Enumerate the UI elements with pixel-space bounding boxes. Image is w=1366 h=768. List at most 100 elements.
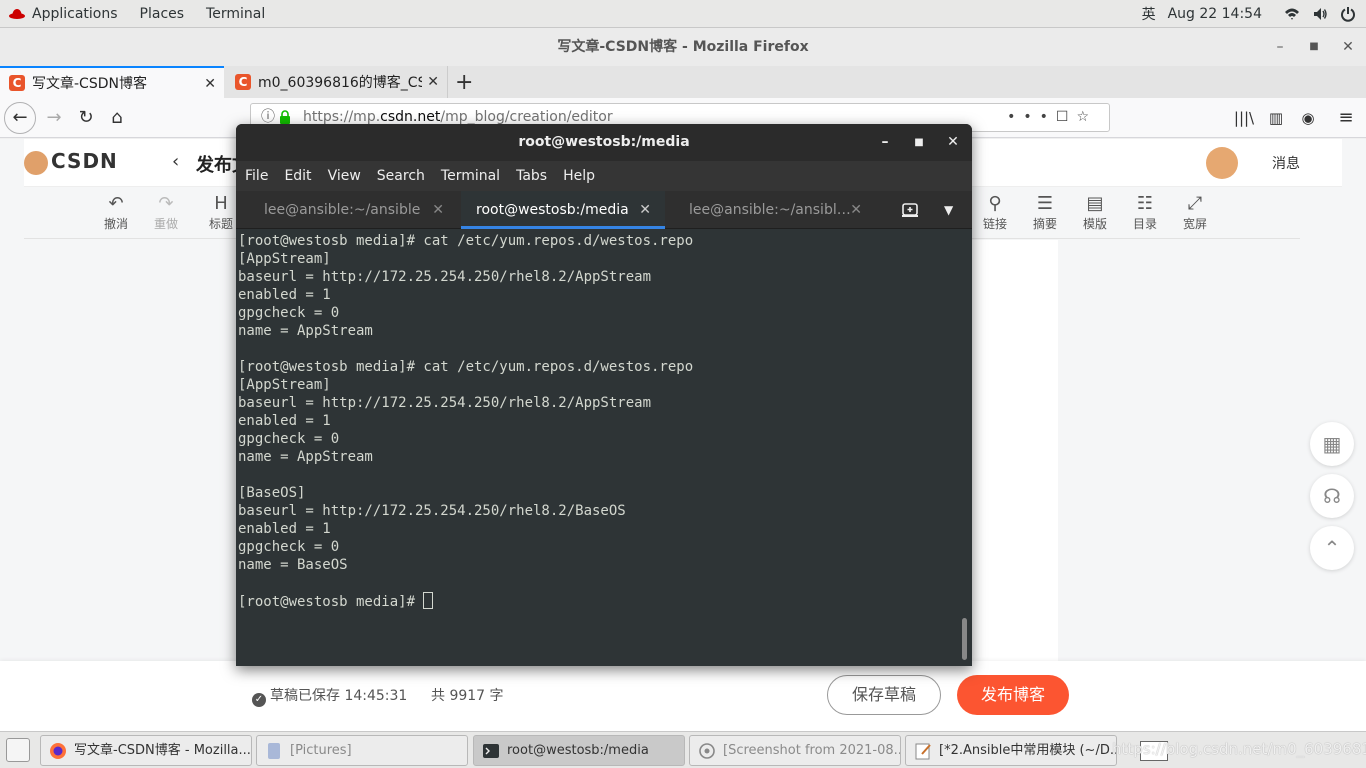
text-editor-icon <box>915 743 931 760</box>
editor-content-area[interactable] <box>970 240 1058 661</box>
show-desktop-icon[interactable] <box>6 738 30 762</box>
library-icon[interactable]: |||\ <box>1230 104 1258 132</box>
terminal-text: [root@westosb media]# cat /etc/yum.repos… <box>238 233 694 610</box>
widescreen-button[interactable]: ⤢ 宽屏 <box>1175 193 1215 232</box>
menu-view[interactable]: View <box>328 168 361 184</box>
menu-help[interactable]: Help <box>563 168 595 184</box>
file-manager-icon <box>268 743 280 759</box>
home-icon[interactable]: ⌂ <box>103 104 131 132</box>
menu-edit[interactable]: Edit <box>284 168 311 184</box>
terminal-tab-lee-ansible[interactable]: lee@ansible:~/ansible ✕ <box>236 191 458 229</box>
window-list-taskbar: 写文章-CSDN博客 - Mozilla... [Pictures] root@… <box>0 731 1366 768</box>
save-draft-button[interactable]: 保存草稿 <box>827 675 941 715</box>
redhat-icon <box>9 8 25 19</box>
terminal-output[interactable]: [root@westosb media]# cat /etc/yum.repos… <box>236 229 972 666</box>
heading-icon: H <box>214 193 228 214</box>
terminal-app-menu[interactable]: Terminal <box>206 6 265 22</box>
widescreen-icon: ⤢ <box>1187 193 1203 214</box>
redo-icon: ↷ <box>158 193 174 214</box>
window-title: 写文章-CSDN博客 - Mozilla Firefox <box>557 39 809 55</box>
sidebar-icon[interactable]: ▥ <box>1262 104 1290 132</box>
template-button[interactable]: ▤ 模版 <box>1075 193 1115 232</box>
back-arrow-icon[interactable]: ← <box>4 102 36 134</box>
undo-button[interactable]: ↶ 撤消 <box>96 193 136 232</box>
menu-tabs[interactable]: Tabs <box>516 168 547 184</box>
redo-button[interactable]: ↷ 重做 <box>146 193 186 232</box>
link-icon: ⚲ <box>988 193 1002 214</box>
task-pictures[interactable]: [Pictures] <box>256 735 468 766</box>
toc-icon: ☷ <box>1136 193 1154 214</box>
account-icon[interactable]: ◉ <box>1294 104 1322 132</box>
back-chevron-icon[interactable]: ‹ <box>172 151 179 172</box>
summary-button[interactable]: ☰ 摘要 <box>1025 193 1065 232</box>
forward-arrow-icon[interactable]: → <box>40 104 68 132</box>
csdn-favicon-icon: C <box>9 75 25 91</box>
tab-close-icon[interactable]: ✕ <box>204 76 216 92</box>
task-text-editor[interactable]: [*2.Ansible中常用模块 (~/D... <box>905 735 1117 766</box>
maximize-icon[interactable]: ■ <box>1300 28 1328 66</box>
image-viewer-icon <box>699 743 715 759</box>
terminal-tab-strip: lee@ansible:~/ansible ✕ root@westosb:/med… <box>236 191 972 229</box>
terminal-tab-root-media[interactable]: root@westosb:/media ✕ <box>461 191 665 229</box>
tab-close-icon[interactable]: ✕ <box>432 191 444 229</box>
terminal-scrollbar[interactable] <box>962 618 967 660</box>
new-terminal-tab-icon[interactable] <box>901 201 919 219</box>
avatar[interactable] <box>1206 147 1238 179</box>
shell-prompt: [root@westosb media]# <box>238 594 424 610</box>
minimize-icon[interactable]: – <box>1266 28 1294 66</box>
gnome-top-bar: Applications Places Terminal 英 Aug 22 14… <box>0 0 1366 28</box>
task-terminal[interactable]: root@westosb:/media <box>473 735 685 766</box>
terminal-window[interactable]: root@westosb:/media – ■ ✕ File Edit View… <box>236 124 972 666</box>
menu-search[interactable]: Search <box>377 168 425 184</box>
tab-close-icon[interactable]: ✕ <box>427 74 439 90</box>
tabs-dropdown-icon[interactable]: ▼ <box>944 191 953 229</box>
text-cursor <box>423 592 434 609</box>
task-firefox[interactable]: 写文章-CSDN博客 - Mozilla... <box>40 735 252 766</box>
back-to-top-icon[interactable]: ⌃ <box>1310 526 1354 570</box>
close-icon[interactable]: ✕ <box>1334 28 1362 66</box>
csdn-logo[interactable]: CSDN <box>24 149 118 175</box>
new-tab-icon[interactable]: + <box>455 70 473 95</box>
minimize-icon[interactable]: – <box>873 124 897 161</box>
places-menu[interactable]: Places <box>140 6 185 22</box>
customer-service-icon[interactable]: ☊ <box>1310 474 1354 518</box>
close-icon[interactable]: ✕ <box>941 124 965 161</box>
browser-tab-blog[interactable]: C m0_60396816的博客_CS ✕ <box>226 66 448 98</box>
url-prefix: https://mp. <box>303 109 381 125</box>
firefox-titlebar: 写文章-CSDN博客 - Mozilla Firefox – ■ ✕ <box>0 28 1366 66</box>
watermark: https://blog.csdn.net/m0_60396816 <box>1112 740 1366 758</box>
menu-terminal[interactable]: Terminal <box>441 168 500 184</box>
maximize-icon[interactable]: ■ <box>907 124 931 161</box>
toc-button[interactable]: ☷ 目录 <box>1125 193 1165 232</box>
url-host: csdn.net <box>380 109 441 125</box>
browser-tab-write-article[interactable]: C 写文章-CSDN博客 ✕ <box>0 66 224 98</box>
applications-menu[interactable]: Applications <box>32 6 118 22</box>
check-icon: ✓ <box>252 693 266 707</box>
power-icon[interactable] <box>1340 6 1356 22</box>
publish-button[interactable]: 发布博客 <box>957 675 1069 715</box>
messages-link[interactable]: 消息 <box>1272 153 1300 173</box>
save-status: ✓ 草稿已保存 14:45:31 <box>252 685 407 707</box>
heading-button[interactable]: H 标题 <box>206 193 236 232</box>
menu-icon[interactable]: ≡ <box>1332 104 1360 132</box>
tab-label: 写文章-CSDN博客 <box>32 76 147 92</box>
reload-icon[interactable]: ↻ <box>72 104 100 132</box>
volume-icon[interactable] <box>1312 6 1328 22</box>
terminal-tab-lee-ansibl[interactable]: lee@ansible:~/ansibl… ✕ <box>676 191 876 229</box>
tab-close-icon[interactable]: ✕ <box>850 191 862 229</box>
clock[interactable]: Aug 22 14:54 <box>1168 6 1262 22</box>
tab-close-icon[interactable]: ✕ <box>639 191 651 229</box>
terminal-titlebar: root@westosb:/media – ■ ✕ <box>236 124 972 161</box>
qrcode-icon[interactable]: ▦ <box>1310 422 1354 466</box>
template-icon: ▤ <box>1086 193 1104 214</box>
link-button[interactable]: ⚲ 链接 <box>975 193 1015 232</box>
url-path: /mp_blog/creation/editor <box>440 109 613 125</box>
csdn-favicon-icon: C <box>235 74 251 90</box>
task-screenshot[interactable]: [Screenshot from 2021-08... <box>689 735 901 766</box>
page-actions-icon[interactable]: •••☐☆ <box>1007 104 1097 131</box>
wifi-icon[interactable] <box>1284 6 1300 22</box>
tab-label: m0_60396816的博客_CS <box>258 75 422 91</box>
input-method-indicator[interactable]: 英 <box>1142 4 1156 24</box>
summary-icon: ☰ <box>1036 193 1054 214</box>
menu-file[interactable]: File <box>245 168 268 184</box>
